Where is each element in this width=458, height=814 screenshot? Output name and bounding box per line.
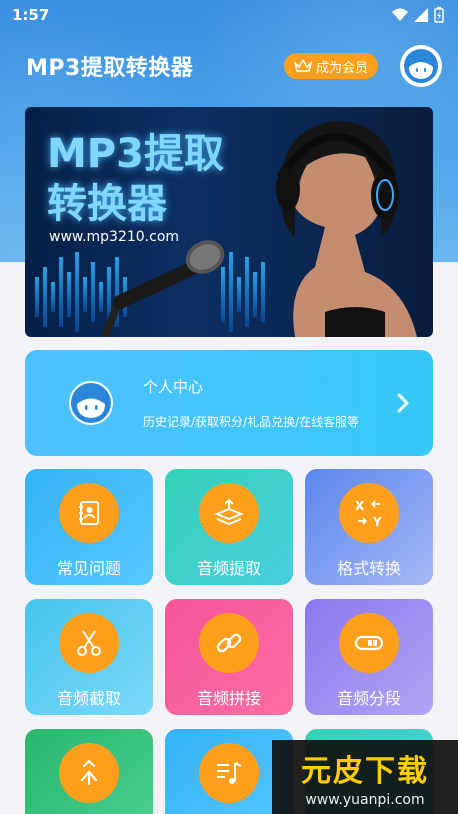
profile-center-card[interactable]: 个人中心 历史记录/获取积分/礼品兑换/在线客服等 bbox=[25, 350, 433, 456]
segment-icon bbox=[354, 635, 384, 651]
tile-label: 音频分段 bbox=[336, 689, 401, 708]
status-icons bbox=[392, 7, 444, 23]
scissors-icon bbox=[77, 630, 101, 656]
battery-icon bbox=[434, 7, 444, 23]
tile-label: 音频提取 bbox=[196, 559, 261, 578]
tile-label: 格式转换 bbox=[336, 559, 401, 578]
chevron-right-icon bbox=[397, 393, 409, 413]
vip-label: 成为会员 bbox=[315, 60, 368, 76]
svg-text:Y: Y bbox=[372, 515, 382, 529]
watermark-text: 元皮下载 bbox=[301, 754, 429, 789]
crown-icon bbox=[293, 59, 312, 72]
status-time: 1:57 bbox=[12, 6, 50, 24]
tile-audio-segment[interactable]: 音频分段 bbox=[305, 599, 433, 715]
profile-avatar bbox=[69, 381, 113, 425]
tile-format-convert[interactable]: XY 格式转换 bbox=[305, 469, 433, 585]
watermark-url: www.yuanpi.com bbox=[305, 792, 425, 808]
status-bar: 1:57 bbox=[0, 0, 458, 30]
tile-audio-extract[interactable]: 音频提取 bbox=[165, 469, 293, 585]
banner-title-line2: 转换器 bbox=[47, 181, 167, 227]
tile-faq[interactable]: 常见问题 bbox=[25, 469, 153, 585]
app-header: MP3提取转换器 成为会员 bbox=[0, 40, 458, 92]
app-title: MP3提取转换器 bbox=[26, 56, 194, 81]
extract-layers-icon bbox=[214, 498, 244, 526]
avatar-icon bbox=[71, 383, 111, 423]
tile-audio-cut[interactable]: 音频截取 bbox=[25, 599, 153, 715]
wifi-icon bbox=[392, 8, 408, 21]
promo-banner[interactable]: MP3提取 转换器 www.mp3210.com bbox=[25, 107, 433, 337]
watermark-logo: 元皮下载 www.yuanpi.com bbox=[272, 740, 458, 814]
music-list-icon bbox=[217, 762, 242, 784]
profile-subtitle: 历史记录/获取积分/礼品兑换/在线客服等 bbox=[143, 415, 360, 429]
faq-book-icon bbox=[79, 501, 99, 525]
avatar-icon bbox=[404, 49, 438, 83]
banner-url: www.mp3210.com bbox=[49, 229, 180, 245]
profile-title: 个人中心 bbox=[143, 378, 204, 396]
tile-label: 音频拼接 bbox=[196, 689, 261, 708]
tile-audio-join[interactable]: 音频拼接 bbox=[165, 599, 293, 715]
tile-label: 常见问题 bbox=[56, 559, 121, 578]
format-convert-icon: XY bbox=[355, 499, 382, 529]
tile-audio-merge[interactable] bbox=[25, 729, 153, 814]
become-vip-button[interactable]: 成为会员 bbox=[283, 53, 378, 79]
tile-label: 音频截取 bbox=[56, 689, 121, 708]
profile-text: 个人中心 历史记录/获取积分/礼品兑换/在线客服等 bbox=[143, 376, 393, 430]
link-icon bbox=[216, 633, 242, 653]
avatar-button[interactable] bbox=[400, 45, 442, 87]
merge-arrow-icon bbox=[80, 759, 98, 786]
signal-icon bbox=[414, 8, 428, 22]
svg-text:X: X bbox=[355, 499, 365, 513]
